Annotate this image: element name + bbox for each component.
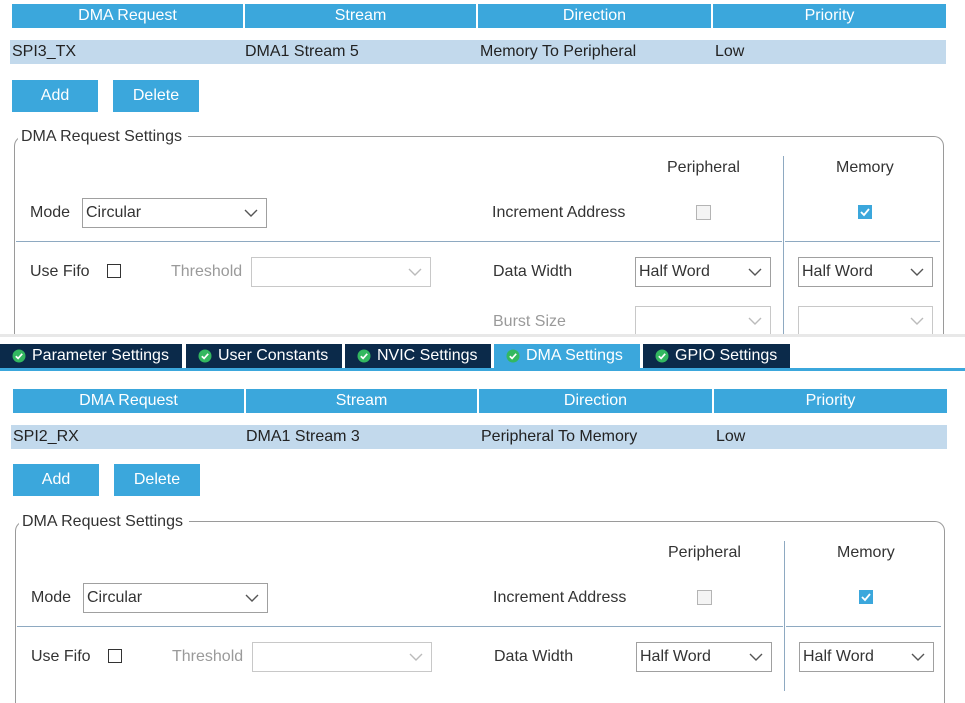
chevron-down-icon <box>244 209 258 217</box>
tab-gpio-settings[interactable]: GPIO Settings <box>643 344 790 368</box>
threshold-label: Threshold <box>172 648 244 665</box>
settings-divider-right <box>786 626 941 627</box>
check-circle-icon <box>12 349 26 363</box>
memory-data-width-select[interactable]: Half Word <box>798 257 933 287</box>
peripheral-increment-checkbox[interactable] <box>696 205 711 220</box>
use-fifo-checkbox[interactable] <box>107 264 121 278</box>
column-header-priority[interactable]: Priority <box>713 4 946 28</box>
column-header-direction[interactable]: Direction <box>478 4 711 28</box>
column-header-priority[interactable]: Priority <box>714 389 947 413</box>
check-circle-icon <box>655 349 669 363</box>
delete-button[interactable]: Delete <box>113 80 199 112</box>
memory-increment-checkbox[interactable] <box>859 590 873 604</box>
increment-address-label: Increment Address <box>492 204 626 221</box>
memory-increment-checkbox[interactable] <box>858 205 872 219</box>
peripheral-column-label: Peripheral <box>668 544 741 561</box>
mode-label: Mode <box>31 589 72 606</box>
tab-nvic-settings[interactable]: NVIC Settings <box>345 344 491 368</box>
tab-label: DMA Settings <box>526 347 623 364</box>
column-header-dma-request[interactable]: DMA Request <box>12 4 243 28</box>
chevron-down-icon <box>748 317 762 325</box>
tab-underline <box>0 368 965 371</box>
check-circle-icon <box>357 349 371 363</box>
use-fifo-label: Use Fifo <box>31 648 91 665</box>
peripheral-column-label: Peripheral <box>667 159 740 176</box>
settings-divider-right <box>785 241 940 242</box>
memory-column-label: Memory <box>837 544 895 561</box>
settings-divider <box>16 241 782 242</box>
check-circle-icon <box>198 349 212 363</box>
memory-data-width-select[interactable]: Half Word <box>799 642 934 672</box>
cell-direction[interactable]: Peripheral To Memory <box>479 425 714 449</box>
burst-size-label: Burst Size <box>493 313 566 330</box>
column-header-direction[interactable]: Direction <box>479 389 712 413</box>
tab-parameter-settings[interactable]: Parameter Settings <box>0 344 182 368</box>
tab-bar: Parameter Settings User Constants NVIC S… <box>0 344 965 370</box>
cell-priority[interactable]: Low <box>713 40 946 64</box>
settings-legend: DMA Request Settings <box>18 127 188 147</box>
chevron-down-icon <box>748 268 762 276</box>
settings-divider <box>17 626 783 627</box>
column-header-stream[interactable]: Stream <box>245 4 476 28</box>
peripheral-burst-size-select[interactable] <box>635 306 771 334</box>
column-divider <box>784 541 785 691</box>
peripheral-data-width-select[interactable]: Half Word <box>636 642 772 672</box>
chevron-down-icon <box>749 653 763 661</box>
dma-request-settings-group <box>14 136 944 334</box>
chevron-down-icon <box>245 594 259 602</box>
use-fifo-checkbox[interactable] <box>108 649 122 663</box>
mode-select-value: Circular <box>87 589 143 606</box>
tab-user-constants[interactable]: User Constants <box>186 344 342 368</box>
add-button[interactable]: Add <box>13 464 99 496</box>
settings-legend: DMA Request Settings <box>19 512 189 532</box>
threshold-select[interactable] <box>251 257 431 287</box>
threshold-label: Threshold <box>171 263 243 280</box>
chevron-down-icon <box>911 653 925 661</box>
chevron-down-icon <box>910 317 924 325</box>
check-circle-icon <box>506 349 520 363</box>
tab-dma-settings[interactable]: DMA Settings <box>494 344 640 368</box>
chevron-down-icon <box>409 653 423 661</box>
cell-stream[interactable]: DMA1 Stream 5 <box>243 40 478 64</box>
mode-label: Mode <box>30 204 71 221</box>
increment-address-label: Increment Address <box>493 589 627 606</box>
panel-separator <box>0 334 965 337</box>
delete-button[interactable]: Delete <box>114 464 200 496</box>
chevron-down-icon <box>910 268 924 276</box>
memory-data-width-value: Half Word <box>803 648 874 665</box>
threshold-select[interactable] <box>252 642 432 672</box>
tab-label: User Constants <box>218 347 329 364</box>
tab-label: GPIO Settings <box>675 347 778 364</box>
add-button[interactable]: Add <box>12 80 98 112</box>
data-width-label: Data Width <box>494 648 574 665</box>
column-header-stream[interactable]: Stream <box>246 389 477 413</box>
peripheral-data-width-value: Half Word <box>640 648 711 665</box>
cell-stream[interactable]: DMA1 Stream 3 <box>244 425 479 449</box>
memory-burst-size-select[interactable] <box>798 306 933 334</box>
peripheral-data-width-select[interactable]: Half Word <box>635 257 771 287</box>
peripheral-data-width-value: Half Word <box>639 263 710 280</box>
checkmark-icon <box>860 208 870 217</box>
peripheral-increment-checkbox[interactable] <box>697 590 712 605</box>
memory-column-label: Memory <box>836 159 894 176</box>
use-fifo-label: Use Fifo <box>30 263 90 280</box>
column-header-dma-request[interactable]: DMA Request <box>13 389 244 413</box>
mode-select[interactable]: Circular <box>83 583 268 613</box>
bottom-dma-panel: DMA Request Stream Direction Priority SP… <box>0 385 965 703</box>
memory-data-width-value: Half Word <box>802 263 873 280</box>
top-dma-panel: DMA Request Stream Direction Priority SP… <box>0 0 965 334</box>
column-divider <box>783 156 784 334</box>
tab-label: NVIC Settings <box>377 347 478 364</box>
cell-dma-request[interactable]: SPI2_RX <box>11 425 244 449</box>
cell-priority[interactable]: Low <box>714 425 947 449</box>
chevron-down-icon <box>408 268 422 276</box>
checkmark-icon <box>861 593 871 602</box>
cell-dma-request[interactable]: SPI3_TX <box>10 40 243 64</box>
mode-select-value: Circular <box>86 204 142 221</box>
cell-direction[interactable]: Memory To Peripheral <box>478 40 713 64</box>
data-width-label: Data Width <box>493 263 573 280</box>
tab-label: Parameter Settings <box>32 347 169 364</box>
mode-select[interactable]: Circular <box>82 198 267 228</box>
